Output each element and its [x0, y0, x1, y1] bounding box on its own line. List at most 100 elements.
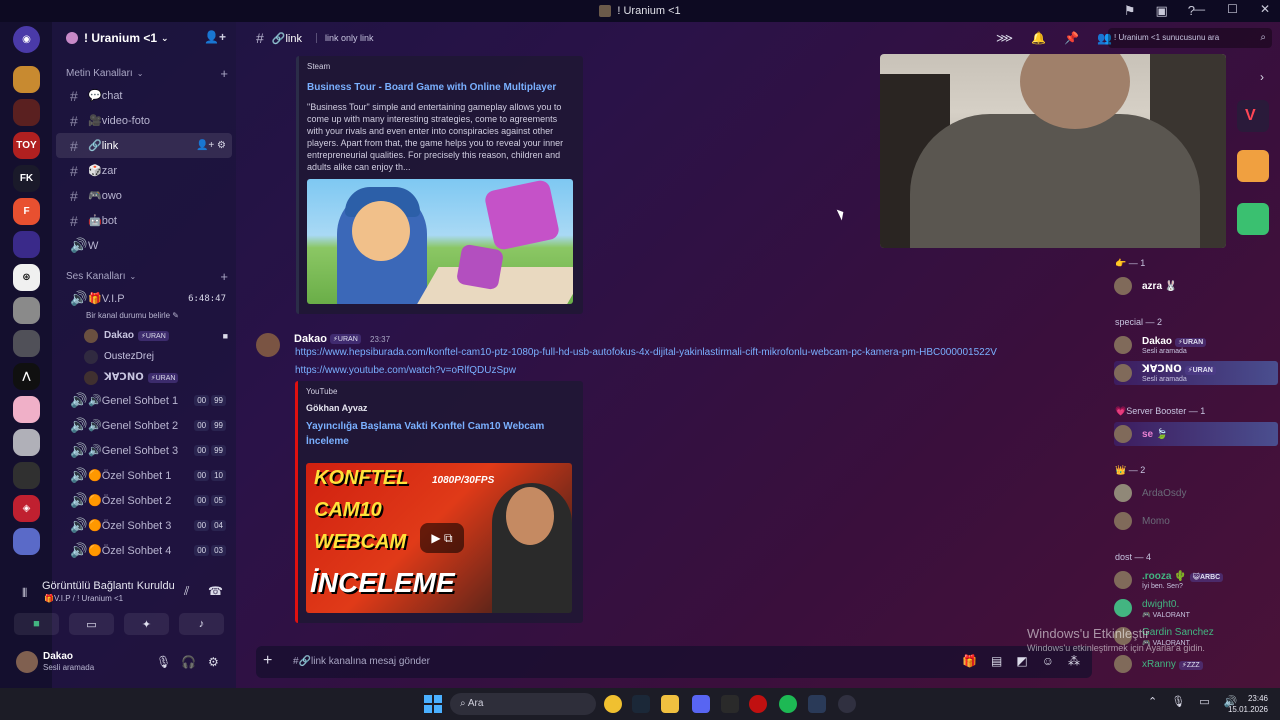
gear-icon[interactable]: ⚙	[208, 655, 219, 669]
member-item[interactable]: Momo	[1114, 509, 1278, 533]
server-icon[interactable]: TOY	[13, 132, 40, 159]
screen-share-icon[interactable]: ▣	[1155, 3, 1167, 19]
voice-user[interactable]: ꓘꓯꓛꓠꓳ ⚡URAN	[52, 367, 236, 388]
server-icon[interactable]: F	[13, 198, 40, 225]
minimize-button[interactable]: —	[1193, 2, 1205, 16]
member-item[interactable]: dwight0. 🎮 VALORANT	[1114, 596, 1278, 620]
steam-icon[interactable]	[808, 695, 826, 713]
soundboard-button[interactable]: ♪	[179, 613, 224, 635]
play-icon[interactable]: ▶ ⧉	[420, 523, 464, 553]
discord-home-icon[interactable]: ◉	[13, 26, 40, 53]
server-header[interactable]: ! Uranium <1 ⌄ 👤+	[52, 22, 236, 54]
emoji-icon[interactable]: ☺	[1042, 654, 1054, 668]
discord-icon[interactable]	[692, 695, 710, 713]
message-link[interactable]: https://www.hepsiburada.com/konftel-cam1…	[295, 347, 997, 358]
member-item[interactable]: ArdaOsdy	[1114, 481, 1278, 505]
voice-channel[interactable]: 🔊 🔊Genel Sohbet 2 00 99	[56, 413, 232, 438]
voice-connection-sub[interactable]: 🎁V.I.P / ! Uranium <1	[6, 594, 234, 603]
embed-image[interactable]	[307, 179, 573, 304]
server-icon[interactable]	[13, 297, 40, 324]
gift-icon[interactable]: 🎁	[962, 654, 977, 668]
embed-author[interactable]: Gökhan Ayvaz	[306, 403, 583, 413]
embed-title[interactable]: Business Tour - Board Game with Online M…	[307, 80, 583, 95]
voice-channel[interactable]: 🔊 🔊Genel Sohbet 1 00 99	[56, 388, 232, 413]
disconnect-icon[interactable]: ☎	[208, 584, 223, 598]
avatar[interactable]	[256, 333, 280, 357]
voice-channel-vip[interactable]: 🔊 🎁V.I.P 6:48:47	[56, 286, 232, 311]
spotify-icon[interactable]	[779, 695, 797, 713]
member-item[interactable]: xRanny ⚡ZZZ	[1114, 652, 1278, 676]
server-icon[interactable]	[13, 330, 40, 357]
voice-channel[interactable]: 🔊 🟠Özel Sohbet 4 00 03	[56, 538, 232, 563]
channel-w[interactable]: 🔊 W	[56, 233, 232, 258]
server-icon[interactable]: FK	[13, 165, 40, 192]
opera-icon[interactable]	[749, 695, 767, 713]
category-text[interactable]: Metin Kanalları ⌄ +	[52, 63, 236, 83]
app-icon[interactable]	[1237, 203, 1269, 235]
voice-user[interactable]: OustezDrej	[52, 346, 236, 367]
server-icon[interactable]	[13, 99, 40, 126]
channel-video-foto[interactable]: # 🎥video-foto	[56, 108, 232, 133]
screen-share-button[interactable]: ▭	[69, 613, 114, 635]
gif-icon[interactable]: ▤	[991, 654, 1002, 668]
maximize-button[interactable]: ☐	[1227, 2, 1238, 16]
member-item[interactable]: se 🍃	[1114, 422, 1278, 446]
server-icon[interactable]: ⋀	[13, 363, 40, 390]
microphone-icon[interactable]: 🎙	[156, 655, 171, 669]
channel-status[interactable]: Bir kanal durumu belirle ✎	[52, 311, 236, 325]
app-icon[interactable]	[838, 695, 856, 713]
server-icon[interactable]	[13, 528, 40, 555]
channel-owo[interactable]: # 🎮owo	[56, 183, 232, 208]
headphones-icon[interactable]: 🎧	[181, 655, 196, 669]
pin-icon[interactable]: 📌	[1064, 31, 1079, 45]
chevron-right-icon[interactable]: ›	[1260, 70, 1264, 84]
server-icon[interactable]: ◈	[13, 495, 40, 522]
embed-title[interactable]: Yayıncılığa Başlama Vakti Konftel Cam10 …	[306, 419, 556, 449]
channel-link[interactable]: # 🔗link 👤+ ⚙	[56, 133, 232, 158]
server-icon[interactable]	[13, 231, 40, 258]
channel-zar[interactable]: # 🎲zar	[56, 158, 232, 183]
add-channel-icon[interactable]: +	[220, 66, 228, 81]
steam-icon[interactable]	[632, 695, 650, 713]
voice-channel[interactable]: 🔊 🟠Özel Sohbet 2 00 05	[56, 488, 232, 513]
noise-suppression-icon[interactable]: ⫽	[184, 584, 189, 599]
category-voice[interactable]: Ses Kanalları ⌄ +	[52, 266, 236, 286]
member-item[interactable]: ꓘꓯꓛꓠꓳ ⚡URAN Sesli aramada	[1114, 361, 1278, 385]
message-composer[interactable]: + #🔗link kanalına mesaj gönder 🎁 ▤ ◩ ☺ ⁂	[256, 646, 1092, 678]
sticker-icon[interactable]: ◩	[1016, 654, 1027, 668]
server-icon[interactable]	[13, 462, 40, 489]
channel-topic[interactable]: link only link	[316, 33, 374, 43]
bell-icon[interactable]: 🔔	[1031, 31, 1046, 45]
signal-icon[interactable]: ⦀	[22, 586, 27, 601]
chrome-icon[interactable]	[604, 695, 622, 713]
apps-icon[interactable]: ⁂	[1068, 654, 1080, 668]
voice-user[interactable]: Dakao ⚡URAN ■	[52, 325, 236, 346]
member-item[interactable]: Dakao ⚡URAN Sesli aramada	[1114, 333, 1278, 357]
server-icon[interactable]	[13, 396, 40, 423]
close-button[interactable]: ✕	[1260, 2, 1270, 16]
taskbar-clock[interactable]: 23:46 15.01.2026	[1226, 693, 1268, 715]
server-icon[interactable]	[13, 66, 40, 93]
taskbar-search[interactable]: ⌕ Ara	[450, 693, 596, 715]
threads-icon[interactable]: ⋙	[996, 31, 1013, 45]
windows-start-icon[interactable]	[424, 695, 442, 713]
search-input[interactable]: ! Uranium <1 sunucusunu ara ⌕	[1108, 28, 1272, 48]
message-author[interactable]: Dakao	[294, 333, 327, 345]
add-channel-icon[interactable]: +	[220, 269, 228, 284]
member-item[interactable]: azra 🐰	[1114, 274, 1278, 298]
channel-settings-icon[interactable]: 👤+ ⚙	[196, 140, 226, 151]
app-icon[interactable]	[1237, 150, 1269, 182]
video-thumbnail[interactable]: KONFTEL CAM10 WEBCAM İNCELEME 1080P/30FP…	[306, 463, 572, 613]
webcam-video-tile[interactable]	[880, 54, 1226, 248]
flag-icon[interactable]: ⚑	[1124, 3, 1136, 19]
server-icon[interactable]	[13, 429, 40, 456]
message-link[interactable]: https://www.youtube.com/watch?v=oRlfQDUz…	[295, 365, 516, 376]
microphone-icon[interactable]: 🎙	[1171, 695, 1185, 708]
invite-icon[interactable]: 👤+	[204, 30, 226, 44]
epic-games-icon[interactable]	[721, 695, 739, 713]
add-attachment-icon[interactable]: +	[263, 652, 272, 670]
camera-button[interactable]: ■	[14, 613, 59, 635]
server-icon[interactable]: ⊛	[13, 264, 40, 291]
channel-bot[interactable]: # 🤖bot	[56, 208, 232, 233]
voice-channel[interactable]: 🔊 🟠Özel Sohbet 3 00 04	[56, 513, 232, 538]
